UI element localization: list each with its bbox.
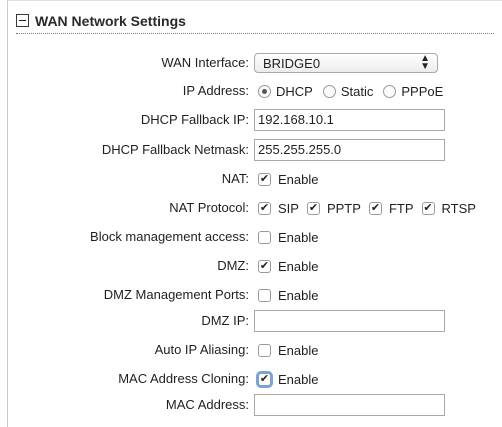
auto-ip-aliasing-row: Auto IP Aliasing: Enable: [0, 339, 502, 361]
radio-static[interactable]: [322, 84, 336, 98]
radio-static-label: Static: [340, 83, 374, 99]
block-management-access-label: Block management access:: [90, 229, 249, 244]
mac-address-label: MAC Address:: [165, 397, 249, 412]
wan-interface-select[interactable]: BRIDGE0 ▲ ▼: [254, 53, 438, 73]
wan-interface-label: WAN Interface:: [161, 55, 249, 70]
radio-pppoe-label: PPPoE: [401, 83, 444, 99]
block-management-access-checkbox[interactable]: [258, 230, 271, 244]
dmz-row: DMZ: Enable: [0, 255, 502, 277]
dmz-checkbox[interactable]: [258, 259, 271, 273]
dhcp-fallback-ip-input[interactable]: 192.168.10.1: [254, 109, 445, 131]
dhcp-fallback-ip-row: DHCP Fallback IP: 192.168.10.1: [0, 109, 502, 131]
updown-arrows-icon: ▲ ▼: [420, 53, 430, 72]
dmz-ip-input[interactable]: [254, 310, 445, 332]
rtsp-checkbox[interactable]: [421, 201, 435, 215]
auto-ip-aliasing-checkbox[interactable]: [258, 343, 271, 357]
dhcp-fallback-ip-label: DHCP Fallback IP:: [140, 112, 249, 127]
ftp-checkbox[interactable]: [368, 201, 382, 215]
dmz-enable-label: Enable: [278, 258, 319, 274]
ftp-label: FTP: [388, 200, 414, 216]
pptp-label: PPTP: [326, 200, 361, 216]
nat-protocol-label: NAT Protocol:: [169, 200, 249, 215]
nat-protocol-row: NAT Protocol: SIP PPTP FTP RTSP: [0, 197, 502, 219]
mac-address-cloning-enable-label: Enable: [278, 371, 319, 387]
auto-ip-aliasing-enable-label: Enable: [278, 342, 319, 358]
radio-dhcp[interactable]: [258, 84, 271, 98]
wan-interface-value: BRIDGE0: [263, 56, 321, 71]
dhcp-fallback-netmask-input[interactable]: 255.255.255.0: [254, 139, 445, 161]
nat-label: NAT:: [221, 171, 249, 186]
ip-address-label: IP Address:: [182, 83, 249, 98]
mac-address-cloning-row: MAC Address Cloning: Enable: [0, 368, 502, 390]
mac-address-cloning-checkbox[interactable]: [258, 372, 271, 386]
pptp-checkbox[interactable]: [306, 201, 320, 215]
section-title: WAN Network Settings: [35, 13, 186, 29]
mac-address-cloning-label: MAC Address Cloning:: [118, 371, 249, 386]
sip-checkbox[interactable]: [258, 201, 271, 215]
section-header: WAN Network Settings: [16, 13, 494, 34]
nat-checkbox[interactable]: [258, 172, 271, 186]
collapse-icon[interactable]: [16, 14, 29, 27]
ip-address-row: IP Address: DHCP Static PPPoE: [0, 80, 502, 102]
dmz-management-ports-enable-label: Enable: [278, 287, 319, 303]
dhcp-fallback-netmask-row: DHCP Fallback Netmask: 255.255.255.0: [0, 139, 502, 161]
dmz-ip-label: DMZ IP:: [201, 313, 249, 328]
auto-ip-aliasing-label: Auto IP Aliasing:: [154, 342, 249, 357]
dhcp-fallback-netmask-label: DHCP Fallback Netmask:: [101, 142, 249, 157]
radio-dhcp-label: DHCP: [276, 83, 313, 99]
rtsp-label: RTSP: [441, 200, 476, 216]
dmz-label: DMZ:: [217, 258, 249, 273]
dmz-management-ports-checkbox[interactable]: [258, 288, 271, 302]
mac-address-input[interactable]: [254, 394, 445, 416]
dmz-ip-row: DMZ IP:: [0, 310, 502, 332]
radio-pppoe[interactable]: [383, 84, 397, 98]
mac-address-row: MAC Address:: [0, 394, 502, 416]
block-management-access-row: Block management access: Enable: [0, 226, 502, 248]
nat-row: NAT: Enable: [0, 168, 502, 190]
dmz-management-ports-label: DMZ Management Ports:: [103, 287, 249, 302]
block-management-access-enable-label: Enable: [278, 229, 319, 245]
sip-label: SIP: [278, 200, 299, 216]
dmz-management-ports-row: DMZ Management Ports: Enable: [0, 284, 502, 306]
nat-enable-label: Enable: [278, 171, 319, 187]
wan-interface-row: WAN Interface: BRIDGE0 ▲ ▼: [0, 52, 502, 74]
